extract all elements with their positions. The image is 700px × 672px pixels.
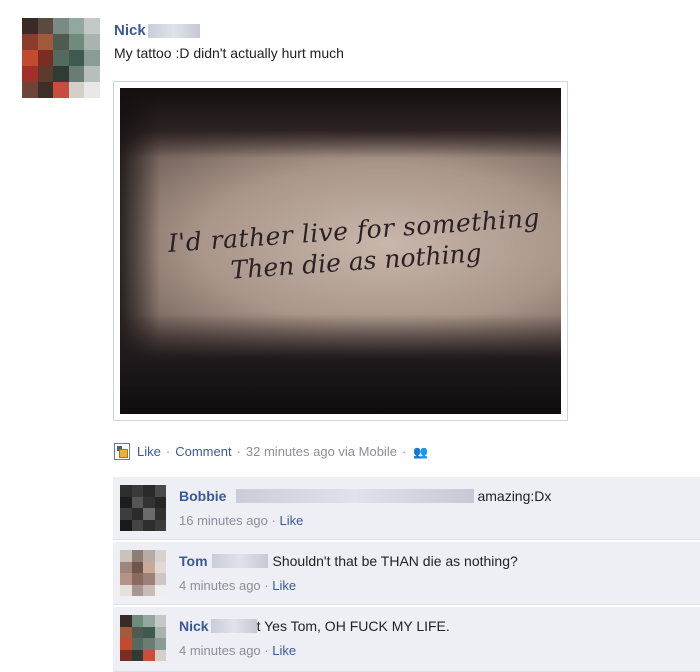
comment-like-link[interactable]: Like — [272, 643, 296, 658]
redacted-surname — [147, 23, 200, 38]
redacted-surname — [210, 619, 257, 633]
commenter-name[interactable]: Tom — [179, 553, 208, 569]
like-link[interactable]: Like — [137, 444, 161, 459]
commenter-name[interactable]: Bobbie — [179, 488, 226, 504]
redacted-text — [236, 489, 475, 503]
comment-timestamp[interactable]: 4 minutes ago — [179, 578, 261, 593]
comment-like-link[interactable]: Like — [272, 578, 296, 593]
comment-like-link[interactable]: Like — [279, 513, 303, 528]
comment-item: Bobbie amazing:Dx 16 minutes ago · Like — [113, 477, 700, 540]
comment-link[interactable]: Comment — [175, 444, 231, 459]
comment-timestamp[interactable]: 16 minutes ago — [179, 513, 268, 528]
post-timestamp[interactable]: 32 minutes ago via Mobile — [246, 444, 397, 459]
mobile-app-icon — [114, 443, 130, 460]
post-actions: Like · Comment · 32 minutes ago via Mobi… — [114, 443, 428, 460]
comment-text: Shouldn't that be THAN die as nothing? — [272, 553, 518, 569]
tattoo-text: I'd rather live for something Then die a… — [163, 203, 546, 289]
post-text: My tattoo :D didn't actually hurt much — [114, 45, 344, 61]
comment-text: t Yes Tom, OH FUCK MY LIFE. — [256, 618, 450, 634]
comment-text: amazing:Dx — [477, 488, 552, 504]
post-author-line: Nick — [114, 22, 200, 39]
redacted-surname — [211, 554, 268, 568]
comment-item: Tom Shouldn't that be THAN die as nothin… — [113, 542, 700, 605]
comment-list: Bobbie amazing:Dx 16 minutes ago · Like … — [113, 477, 700, 672]
comment-item: Nick t Yes Tom, OH FUCK MY LIFE. 4 minut… — [113, 607, 700, 672]
post-photo[interactable]: I'd rather live for something Then die a… — [113, 81, 568, 421]
commenter-name[interactable]: Nick — [179, 618, 209, 634]
post-author-name[interactable]: Nick — [114, 22, 146, 39]
commenter-avatar[interactable] — [120, 615, 166, 661]
commenter-avatar[interactable] — [120, 550, 166, 596]
commenter-avatar[interactable] — [120, 485, 166, 531]
tattoo-photo: I'd rather live for something Then die a… — [120, 88, 561, 414]
comment-timestamp[interactable]: 4 minutes ago — [179, 643, 261, 658]
friends-privacy-icon[interactable]: 👥 — [413, 445, 428, 459]
author-avatar[interactable] — [22, 18, 100, 98]
